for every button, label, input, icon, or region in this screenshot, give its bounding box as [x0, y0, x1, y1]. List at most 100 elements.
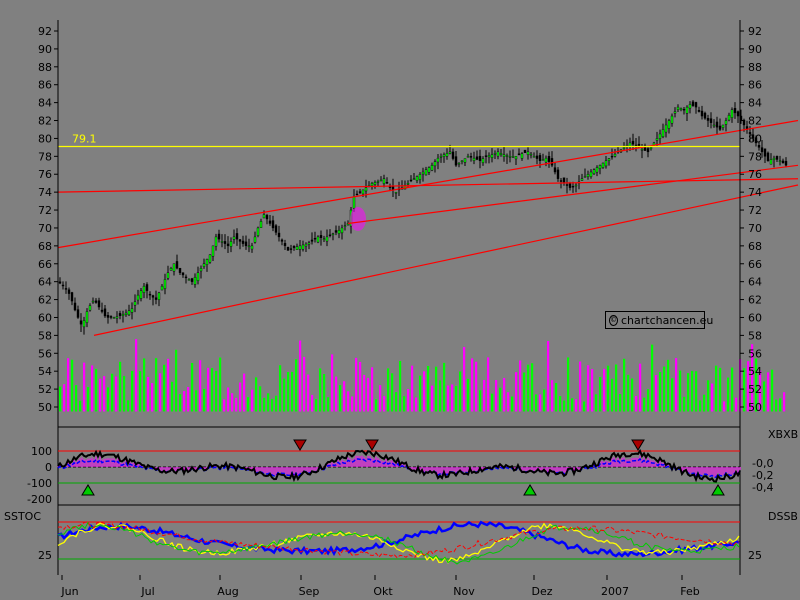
volume-bar	[599, 377, 602, 412]
candle-body	[154, 297, 158, 300]
candle-body	[235, 233, 239, 240]
volume-bar	[187, 387, 190, 412]
candle-body	[682, 108, 686, 111]
candle-body	[769, 159, 773, 165]
candle-body	[676, 106, 680, 110]
x-tick-label: Okt	[373, 585, 393, 598]
candle-body	[193, 276, 197, 285]
candle-body	[337, 229, 341, 234]
x-tick-label: Feb	[680, 585, 699, 598]
candle-body	[358, 191, 362, 193]
candle-body	[205, 259, 209, 265]
candle-body	[571, 186, 575, 188]
volume-bar	[519, 360, 522, 412]
candle-body	[589, 171, 593, 177]
candle-body	[130, 308, 134, 313]
candle-body	[697, 109, 701, 112]
volume-bar	[315, 399, 318, 412]
volume-bar	[103, 376, 106, 412]
volume-bar	[395, 392, 398, 412]
volume-bar	[547, 341, 550, 412]
volume-bar	[779, 398, 782, 412]
volume-bar	[399, 360, 402, 412]
candle-body	[379, 179, 383, 182]
candle-body	[412, 178, 416, 180]
volume-bar	[555, 383, 558, 412]
volume-bar	[687, 373, 690, 412]
candle-body	[547, 156, 551, 162]
y-tick-label-right: 70	[748, 222, 762, 235]
candle-body	[574, 184, 578, 187]
candle-body	[541, 159, 545, 161]
candle-body	[514, 156, 518, 160]
buy-signal-marker	[711, 484, 725, 496]
y-tick-label-right: 84	[748, 97, 762, 110]
volume-bar	[199, 360, 202, 412]
candle-body	[394, 191, 398, 194]
candle-body	[448, 151, 452, 154]
candle-body	[124, 312, 128, 315]
volume-bar	[291, 371, 294, 412]
volume-bar	[663, 366, 666, 412]
candle-body	[298, 245, 302, 250]
candle-body	[88, 305, 92, 311]
candle-body	[352, 196, 356, 209]
y-tick-label-left: 86	[38, 79, 52, 92]
volume-bar	[195, 390, 198, 412]
volume-bar	[251, 389, 254, 412]
candle-body	[406, 182, 410, 185]
y-tick-label-right: 50	[748, 401, 762, 414]
candle-body	[142, 285, 146, 293]
volume-bar	[239, 382, 242, 412]
volume-bar	[667, 359, 670, 412]
candle-body	[280, 239, 284, 242]
candle-body	[727, 114, 731, 121]
y-tick-label-right: 72	[748, 204, 762, 217]
volume-bar	[171, 381, 174, 412]
volume-bar	[319, 368, 322, 412]
price-series	[58, 99, 788, 335]
candle-body	[112, 317, 116, 319]
candle-body	[250, 245, 254, 250]
volume-bar	[323, 374, 326, 412]
candle-body	[556, 169, 560, 179]
volume-bar	[627, 374, 630, 412]
volume-bar	[783, 392, 786, 412]
volume-bar	[339, 385, 342, 412]
candle-body	[157, 292, 161, 300]
candle-body	[661, 129, 665, 138]
candle-body	[433, 161, 437, 167]
candle-body	[511, 156, 515, 158]
volume-bar	[311, 394, 314, 412]
volume-bar	[383, 396, 386, 412]
candle-body	[607, 158, 611, 161]
volume-bar	[551, 380, 554, 412]
volume-bar	[223, 399, 226, 412]
candle-body	[73, 302, 77, 311]
volume-bar	[515, 372, 518, 412]
candle-body	[127, 310, 131, 316]
candle-body	[58, 281, 62, 284]
volume-bar	[707, 380, 710, 412]
volume-bar	[715, 365, 718, 412]
volume-bar	[235, 397, 238, 412]
volume-bar	[295, 359, 298, 412]
volume-bar	[267, 393, 270, 412]
y-tick-label-right: 68	[748, 240, 762, 253]
volume-bar	[167, 358, 170, 412]
volume-bar	[115, 376, 118, 412]
candle-body	[184, 276, 188, 279]
volume-bar	[207, 367, 210, 412]
volume-bar	[699, 400, 702, 412]
volume-bar	[583, 401, 586, 412]
y-tick-label-right: 62	[748, 294, 762, 307]
volume-bar	[431, 385, 434, 412]
watermark-logo: © chartchancen.eu	[605, 311, 713, 329]
candle-body	[94, 300, 98, 303]
candle-body	[481, 158, 485, 163]
candle-body	[136, 294, 140, 301]
y-tick-label-left: 88	[38, 61, 52, 74]
volume-bar	[287, 372, 290, 412]
candle-body	[139, 290, 143, 299]
volume-bar	[523, 372, 526, 412]
